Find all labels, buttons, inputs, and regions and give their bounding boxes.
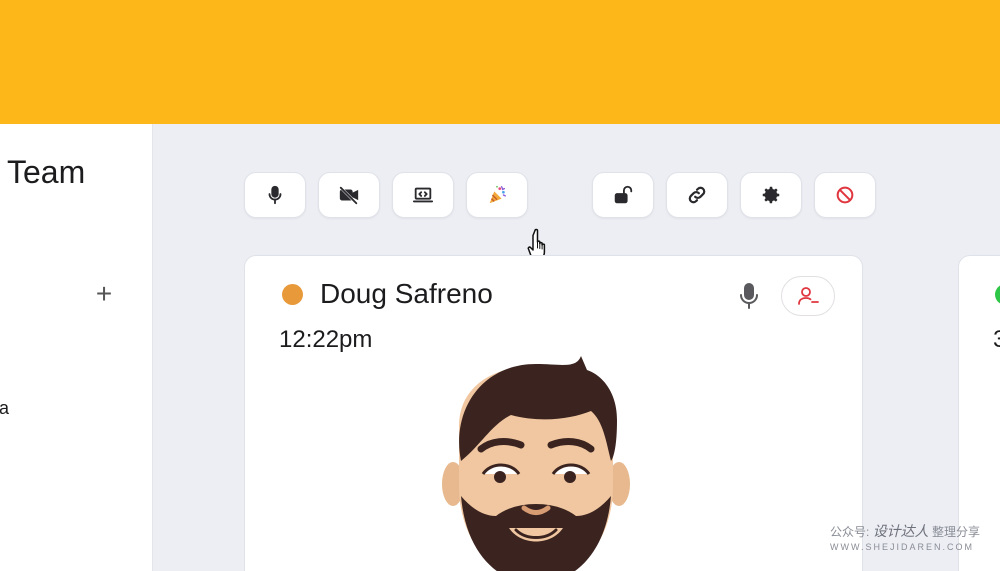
block-button[interactable] [814, 172, 876, 218]
video-off-icon [339, 186, 359, 205]
top-banner [0, 0, 1000, 124]
participant-local-time: 12:22pm [279, 326, 373, 353]
participant-name: Doug Safreno [320, 278, 493, 309]
settings-button[interactable] [740, 172, 802, 218]
remove-user-icon [798, 287, 819, 305]
add-button[interactable]: + [92, 280, 116, 308]
screen-share-icon [412, 187, 434, 203]
watermark-url: WWW.SHEJIDAREN.COM [830, 542, 974, 552]
video-button[interactable] [318, 172, 380, 218]
watermark-name: 设计达人 [872, 523, 929, 539]
screen-share-button[interactable] [392, 172, 454, 218]
sidebar: Team + a [0, 124, 153, 571]
avatar [442, 356, 630, 571]
status-dot [282, 284, 303, 305]
team-title: Team [7, 154, 86, 190]
gear-icon [762, 186, 780, 204]
link-icon [688, 186, 706, 204]
mic-button[interactable] [244, 172, 306, 218]
participant-card[interactable]: Doug Safreno 12:22pm [244, 255, 863, 571]
remove-user-button[interactable] [781, 276, 835, 316]
unlock-icon [614, 185, 633, 204]
party-popper-icon [489, 185, 506, 204]
watermark-prefix: 公众号: [830, 525, 870, 539]
watermark-suffix: 整理分享 [932, 525, 981, 539]
link-button[interactable] [666, 172, 728, 218]
microphone-icon [268, 185, 282, 205]
participant-local-time: 3 [993, 326, 1000, 353]
microphone-icon[interactable] [737, 282, 761, 310]
status-dot [995, 284, 1000, 305]
sidebar-item-label[interactable]: a [0, 398, 9, 419]
lock-button[interactable] [592, 172, 654, 218]
block-icon [836, 186, 854, 204]
watermark: 公众号: 设计达人 整理分享 WWW.SHEJIDAREN.COM [830, 521, 990, 552]
celebrate-button[interactable] [466, 172, 528, 218]
